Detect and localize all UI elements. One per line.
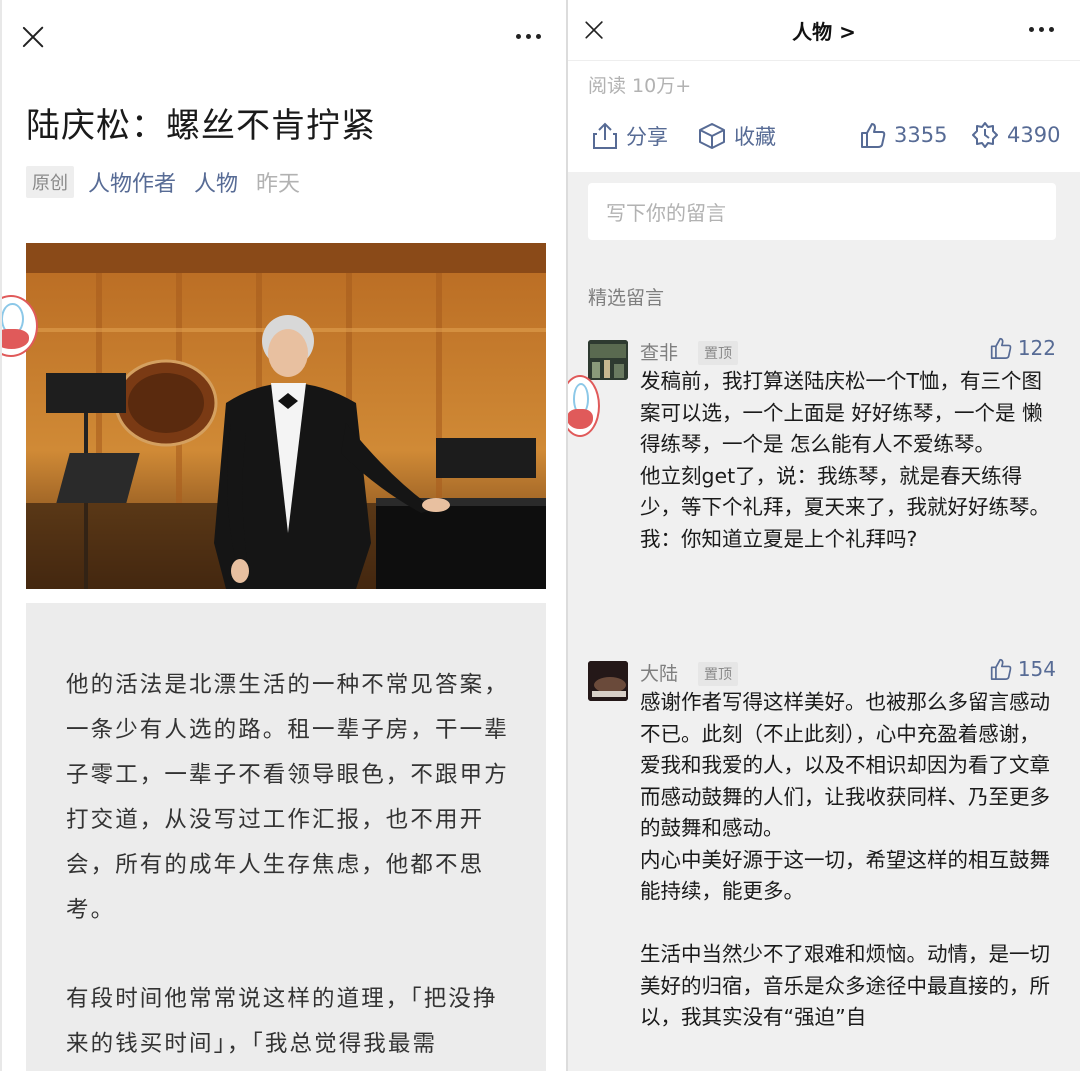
- comment-like-count: 122: [1017, 336, 1056, 360]
- share-label: 分享: [626, 125, 668, 149]
- read-count: 阅读 10万+: [588, 75, 692, 97]
- thumbs-up-icon: [990, 337, 1012, 359]
- more-icon[interactable]: [1029, 27, 1054, 32]
- favorite-button[interactable]: 收藏: [698, 121, 776, 151]
- comment-text: 感谢作者写得这样美好。也被那么多留言感动不已。此刻（不止此刻），心中充盈着感谢，…: [640, 690, 1050, 1029]
- thumbs-up-icon: [990, 658, 1012, 680]
- commenter-name: 大陆: [640, 663, 679, 685]
- account-link[interactable]: 人物: [194, 166, 238, 198]
- comment-like-button[interactable]: 122: [990, 336, 1056, 360]
- wow-icon: [972, 122, 998, 148]
- close-icon[interactable]: [21, 25, 45, 49]
- publish-date: 昨天: [256, 172, 301, 197]
- favorite-label: 收藏: [734, 125, 776, 149]
- cube-icon: [699, 123, 725, 149]
- author-link[interactable]: 人物作者: [88, 166, 176, 198]
- floating-sticker[interactable]: [568, 375, 600, 437]
- comment-text: 发稿前，我打算送陆庆松一个T恤，有三个图案可以选，一个上面是 好好练琴，一个是 …: [640, 369, 1050, 551]
- wow-button[interactable]: 4390: [971, 121, 1060, 149]
- paragraph-2: 有段时间他常常说这样的道理，「把没挣来的钱买时间」，「我总觉得我最需: [66, 986, 498, 1057]
- pinned-badge: 置顶: [698, 662, 738, 686]
- avatar[interactable]: [588, 661, 628, 701]
- more-icon[interactable]: [516, 34, 541, 39]
- pinned-badge: 置顶: [698, 341, 738, 365]
- comment-input-box[interactable]: [588, 183, 1056, 242]
- thumbs-up-icon: [861, 123, 886, 148]
- featured-comments-label: 精选留言: [588, 287, 665, 309]
- comment-like-button[interactable]: 154: [990, 657, 1056, 681]
- like-count: 3355: [894, 123, 948, 147]
- wow-count: 4390: [1007, 123, 1061, 147]
- avatar[interactable]: [588, 340, 628, 380]
- comment-like-count: 154: [1017, 657, 1056, 681]
- article-title: 陆庆松：螺丝不肯拧紧: [26, 106, 376, 146]
- account-title[interactable]: 人物 >: [568, 16, 1080, 45]
- article-meta: 原创 人物作者 人物 昨天: [26, 166, 300, 198]
- article-photo: [26, 243, 546, 589]
- share-icon: [593, 122, 617, 149]
- article-stats: 阅读 10万+ 分享 收藏 3355 4390: [568, 61, 1080, 172]
- paragraph-1: 他的活法是北漂生活的一种不常见答案，一条少有人选的路。租一辈子房，干一辈子零工，…: [66, 672, 509, 923]
- article-panel: 陆庆松：螺丝不肯拧紧 原创 人物作者 人物 昨天 他的活法是北漂生活的一种不常见…: [0, 0, 566, 1071]
- article-body: 他的活法是北漂生活的一种不常见答案，一条少有人选的路。租一辈子房，干一辈子零工，…: [26, 603, 546, 1071]
- comments-panel: 人物 > 阅读 10万+ 分享 收藏 3355 4390 写下你的留言 精选留言…: [568, 0, 1080, 1071]
- original-badge: 原创: [26, 166, 74, 198]
- like-button[interactable]: 3355: [860, 121, 947, 149]
- comment-input[interactable]: [604, 183, 1038, 242]
- commenter-name: 查非: [640, 342, 679, 364]
- share-button[interactable]: 分享: [592, 121, 668, 151]
- comments-header: 人物 >: [568, 0, 1080, 61]
